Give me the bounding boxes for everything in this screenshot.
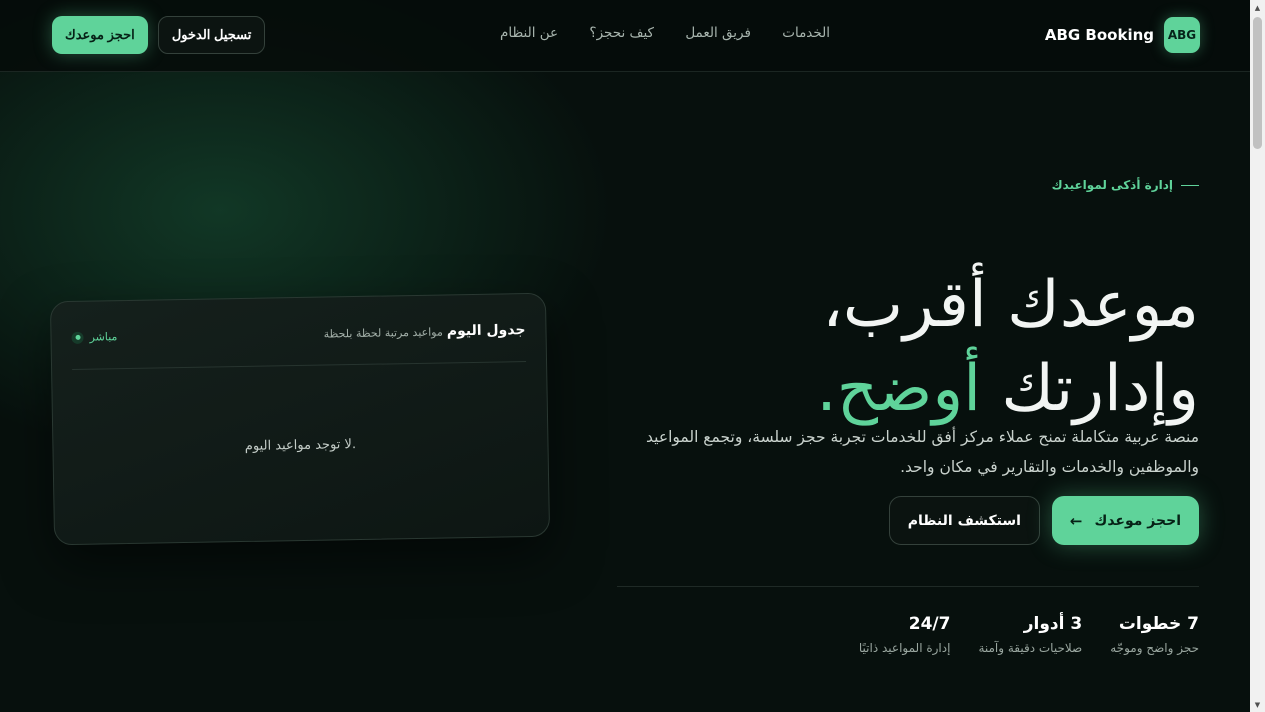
live-dot-icon bbox=[71, 331, 84, 344]
nav-item-how-to-book[interactable]: كيف نحجز؟ bbox=[589, 25, 654, 41]
stat-item: 3 أدوار صلاحيات دقيقة وآمنة bbox=[978, 614, 1082, 655]
scroll-up-icon[interactable]: ▲ bbox=[1250, 0, 1265, 15]
live-label: مباشر bbox=[89, 330, 118, 344]
main-nav: الخدمات فريق العمل كيف نحجز؟ عن النظام bbox=[500, 25, 830, 41]
book-appointment-button[interactable]: احجز موعدك ← bbox=[1051, 496, 1199, 545]
explore-system-button[interactable]: استكشف النظام bbox=[888, 496, 1040, 545]
headline-line-2-text: وإدارتك bbox=[981, 351, 1199, 426]
card-title: جدول اليوم bbox=[446, 321, 526, 339]
stat-value: 24/7 bbox=[908, 614, 951, 634]
top-navbar: ABG ABG Booking الخدمات فريق العمل كيف ن… bbox=[0, 0, 1250, 72]
today-schedule-card: مباشر جدول اليوم مواعيد مرتبة لحظة بلحظة… bbox=[49, 292, 551, 546]
headline-line-2: وإدارتك أوضح. bbox=[816, 347, 1199, 431]
headline-line-1: موعدك أقرب، bbox=[822, 267, 1199, 342]
eyebrow-text: إدارة أذكى لمواعيدك bbox=[1051, 178, 1173, 192]
stats-divider bbox=[617, 586, 1199, 587]
arrow-left-icon: ← bbox=[1069, 511, 1083, 530]
stat-item: 7 خطوات حجز واضح وموجّه bbox=[1110, 614, 1199, 655]
card-titles: جدول اليوم مواعيد مرتبة لحظة بلحظة bbox=[324, 322, 526, 342]
landing-page: ABG ABG Booking الخدمات فريق العمل كيف ن… bbox=[0, 0, 1265, 712]
empty-state-text: لا توجد مواعيد اليوم. bbox=[244, 437, 357, 454]
brand-logo: ABG bbox=[1164, 17, 1200, 53]
hero-eyebrow: إدارة أذكى لمواعيدك bbox=[1052, 178, 1199, 192]
stat-label: إدارة المواعيد ذاتيًا bbox=[858, 641, 951, 655]
hero-stats: 7 خطوات حجز واضح وموجّه 3 أدوار صلاحيات … bbox=[859, 614, 1199, 655]
stat-value: 3 أدوار bbox=[1023, 614, 1083, 634]
login-button[interactable]: تسجيل الدخول bbox=[157, 16, 266, 54]
stat-item: 24/7 إدارة المواعيد ذاتيًا bbox=[859, 614, 951, 655]
stat-label: حجز واضح وموجّه bbox=[1110, 641, 1199, 655]
page-scrollbar[interactable]: ▲ ▼ bbox=[1250, 0, 1265, 712]
hero-cta-row: احجز موعدك ← استكشف النظام bbox=[888, 496, 1199, 545]
hero-description: منصة عربية متكاملة تمنح عملاء مركز أفق ل… bbox=[646, 427, 1199, 476]
header-book-button[interactable]: احجز موعدك bbox=[52, 16, 148, 54]
stat-label: صلاحيات دقيقة وآمنة bbox=[978, 641, 1083, 655]
card-header: مباشر جدول اليوم مواعيد مرتبة لحظة بلحظة bbox=[71, 316, 527, 370]
book-appointment-label: احجز موعدك bbox=[1094, 512, 1182, 529]
scroll-down-icon[interactable]: ▼ bbox=[1250, 697, 1265, 712]
nav-item-services[interactable]: الخدمات bbox=[782, 25, 830, 41]
nav-item-about[interactable]: عن النظام bbox=[500, 25, 558, 41]
eyebrow-line bbox=[1181, 184, 1199, 186]
stat-value: 7 خطوات bbox=[1118, 614, 1199, 634]
nav-item-team[interactable]: فريق العمل bbox=[685, 25, 751, 41]
brand-name: ABG Booking bbox=[1044, 26, 1154, 44]
headline-accent: أوضح. bbox=[816, 351, 982, 426]
live-indicator: مباشر bbox=[71, 330, 118, 344]
card-subtitle: مواعيد مرتبة لحظة بلحظة bbox=[323, 324, 443, 341]
header-actions: احجز موعدك تسجيل الدخول bbox=[52, 16, 266, 54]
brand[interactable]: ABG ABG Booking bbox=[1045, 17, 1200, 53]
hero-headline: موعدك أقرب، وإدارتك أوضح. bbox=[816, 263, 1199, 431]
scrollbar-thumb[interactable] bbox=[1253, 17, 1262, 149]
